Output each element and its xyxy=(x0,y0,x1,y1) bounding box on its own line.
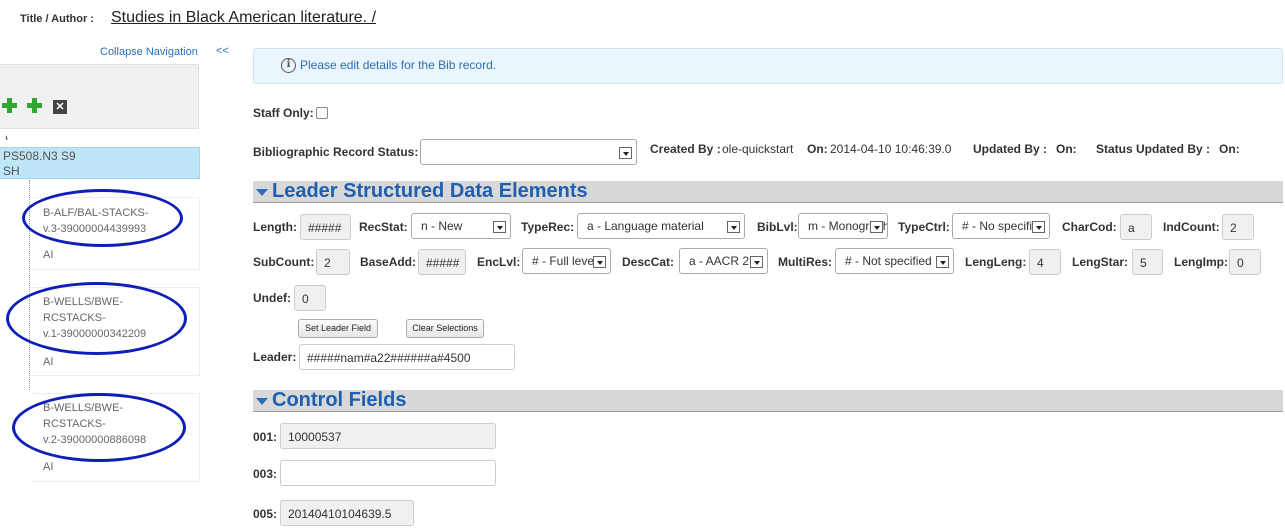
collapse-navigation-link[interactable]: Collapse Navigation xyxy=(100,46,198,58)
annotation-circle xyxy=(22,189,183,247)
length-field: ##### xyxy=(300,214,351,240)
subcount-label: SubCount: xyxy=(253,255,315,269)
indcount-label: IndCount: xyxy=(1163,220,1220,234)
leader-section-title: Leader Structured Data Elements xyxy=(272,180,588,202)
close-icon[interactable]: ✕ xyxy=(53,100,67,114)
chevron-down-icon xyxy=(619,147,632,159)
tree-item-location: AI xyxy=(43,356,54,368)
created-by-label: Created By : xyxy=(650,142,721,156)
baseadd-label: BaseAdd: xyxy=(360,255,417,269)
clear-selections-button[interactable]: Clear Selections xyxy=(406,319,484,338)
created-by-value: ole-quickstart xyxy=(722,142,794,156)
chevron-down-icon xyxy=(727,221,740,233)
chevron-down-icon xyxy=(593,256,606,268)
tree-expander-icon[interactable]: ⸤ xyxy=(5,130,9,141)
chevron-down-icon xyxy=(936,256,949,268)
info-icon: i xyxy=(281,58,296,73)
lengimp-field: 0 xyxy=(1229,249,1261,275)
lengleng-label: LengLeng: xyxy=(965,255,1027,269)
leader-label: Leader: xyxy=(253,350,297,364)
chevron-down-icon xyxy=(493,221,506,233)
biblvl-select[interactable]: m - Monograph xyxy=(798,213,888,239)
staff-only-checkbox[interactable] xyxy=(316,107,328,119)
biblvl-label: BibLvl: xyxy=(757,220,798,234)
charcod-label: CharCod: xyxy=(1062,220,1117,234)
title-author-value[interactable]: Studies in Black American literature. / xyxy=(111,9,376,27)
lengimp-label: LengImp: xyxy=(1174,255,1228,269)
enclvl-label: EncLvl: xyxy=(477,255,521,269)
nav-toolbar xyxy=(0,64,199,129)
plus-icon[interactable] xyxy=(2,98,17,113)
typectrl-select[interactable]: # - No specified type xyxy=(952,213,1050,239)
set-leader-field-button[interactable]: Set Leader Field xyxy=(298,319,378,338)
tree-item-location: AI xyxy=(43,461,54,473)
control-fields-header[interactable]: Control Fields xyxy=(253,389,1283,412)
annotation-circle xyxy=(6,282,187,355)
desccat-label: DescCat: xyxy=(622,255,675,269)
recstat-label: RecStat: xyxy=(359,220,408,234)
baseadd-field: ##### xyxy=(418,249,466,275)
chevron-down-icon xyxy=(750,256,763,268)
enclvl-select[interactable]: # - Full level xyxy=(522,248,611,274)
typerec-select[interactable]: a - Language material xyxy=(577,213,745,239)
chevron-down-icon xyxy=(1032,221,1045,233)
staff-only-label: Staff Only: xyxy=(253,106,314,120)
bib-status-select[interactable] xyxy=(420,139,637,165)
status-updated-on-label: On: xyxy=(1219,142,1240,156)
desccat-select[interactable]: a - AACR 2 xyxy=(679,248,768,274)
field-003-input[interactable] xyxy=(280,460,496,486)
indcount-field: 2 xyxy=(1222,214,1254,240)
selected-node-callnumber: PS508.N3 S9 xyxy=(3,149,76,163)
updated-by-label: Updated By : xyxy=(973,142,1048,156)
field-005-input: 20140410104639.5 xyxy=(280,500,414,526)
tree-item-location: AI xyxy=(43,249,54,261)
info-message-box: i Please edit details for the Bib record… xyxy=(253,48,1283,84)
undef-field: 0 xyxy=(294,285,326,311)
multires-select[interactable]: # - Not specified xyxy=(835,248,954,274)
field-001-label: 001: xyxy=(253,430,278,444)
field-003-label: 003: xyxy=(253,467,278,481)
selected-node-shelving: SH xyxy=(3,164,20,178)
collapse-chevron-icon[interactable]: << xyxy=(216,45,229,57)
collapse-triangle-icon[interactable] xyxy=(256,189,268,196)
recstat-select[interactable]: n - New xyxy=(411,213,511,239)
control-fields-title: Control Fields xyxy=(272,389,407,411)
created-on-label: On: xyxy=(807,142,828,156)
lengleng-field: 4 xyxy=(1029,249,1061,275)
info-message: Please edit details for the Bib record. xyxy=(300,58,497,72)
length-label: Length: xyxy=(253,220,297,234)
lengstar-field: 5 xyxy=(1132,249,1163,275)
collapse-triangle-icon[interactable] xyxy=(256,398,268,405)
created-on-value: 2014-04-10 10:46:39.0 xyxy=(830,142,952,156)
chevron-down-icon xyxy=(870,221,883,233)
plus-icon[interactable] xyxy=(27,98,42,113)
field-005-label: 005: xyxy=(253,507,278,521)
charcod-field: a xyxy=(1120,214,1152,240)
leader-section-header[interactable]: Leader Structured Data Elements xyxy=(253,180,1283,203)
field-001-input: 10000537 xyxy=(280,423,496,449)
typerec-label: TypeRec: xyxy=(521,220,575,234)
typectrl-label: TypeCtrl: xyxy=(898,220,950,234)
lengstar-label: LengStar: xyxy=(1072,255,1129,269)
status-updated-by-label: Status Updated By : xyxy=(1096,142,1211,156)
selected-tree-node[interactable]: PS508.N3 S9 SH xyxy=(0,147,200,179)
title-author-label: Title / Author : xyxy=(20,13,94,25)
annotation-circle xyxy=(12,393,186,462)
updated-on-label: On: xyxy=(1056,142,1077,156)
bib-status-label: Bibliographic Record Status: xyxy=(253,145,419,159)
multires-label: MultiRes: xyxy=(778,255,832,269)
undef-label: Undef: xyxy=(253,291,291,305)
subcount-field: 2 xyxy=(316,249,350,275)
leader-input[interactable]: #####nam#a22######a#4500 xyxy=(299,344,515,370)
